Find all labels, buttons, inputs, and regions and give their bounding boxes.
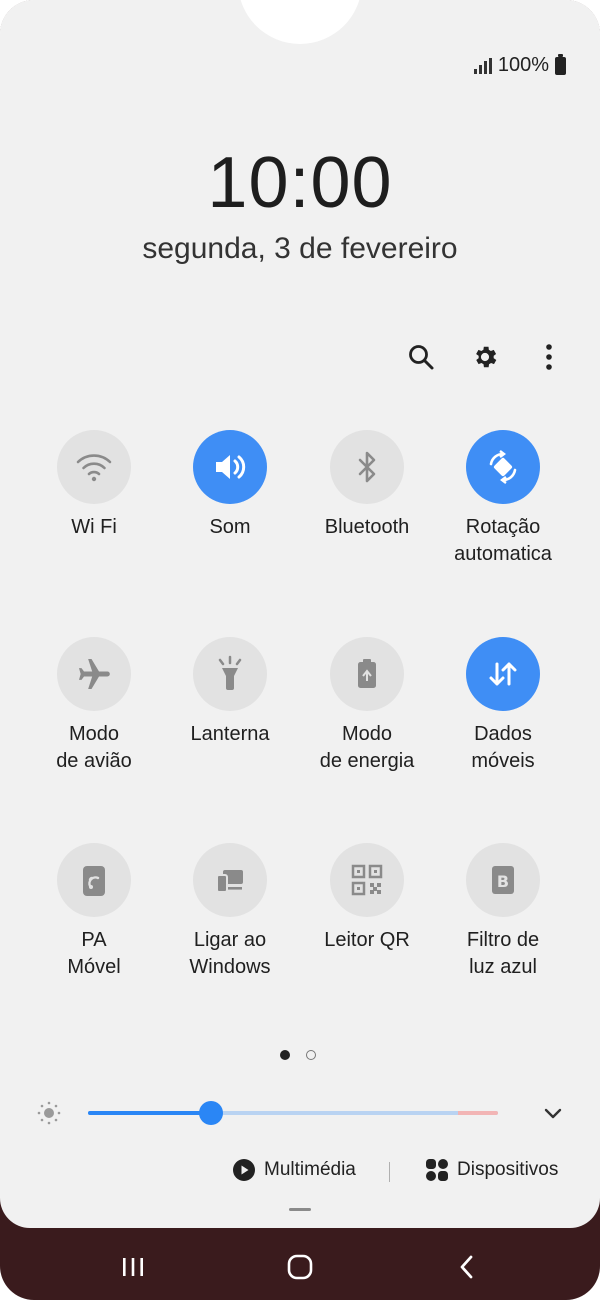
media-devices-row: Multimédia Dispositivos: [0, 1158, 600, 1188]
tile-qr-reader[interactable]: Leitor QR: [299, 843, 435, 954]
quick-panel: 100% 10:00 segunda, 3 de fevereiro Wi Fi: [0, 0, 600, 1228]
brightness-icon: [36, 1100, 62, 1126]
home-icon[interactable]: [280, 1250, 320, 1284]
devices-button[interactable]: Dispositivos: [425, 1158, 558, 1182]
status-bar: 100%: [473, 53, 566, 77]
tile-label: PA Móvel: [67, 929, 121, 978]
mobile-data-icon: [466, 637, 540, 711]
back-icon[interactable]: [447, 1250, 487, 1284]
tile-label: Rotação automatica: [454, 516, 552, 565]
more-vertical-icon[interactable]: [532, 340, 566, 374]
tile-blue-light-filter[interactable]: B Filtro de luz azul: [435, 843, 571, 981]
tile-bluetooth[interactable]: Bluetooth: [299, 430, 435, 541]
tile-label: Modo de energia: [319, 723, 415, 772]
tile-link-to-windows[interactable]: Ligar ao Windows: [162, 843, 298, 981]
airplane-icon: [57, 637, 131, 711]
svg-text:B: B: [497, 872, 509, 891]
page-dot[interactable]: [306, 1050, 316, 1060]
camera-notch: [238, 0, 362, 44]
navigation-bar: [0, 1230, 600, 1300]
speaker-icon: [193, 430, 267, 504]
brightness-slider-track[interactable]: [88, 1111, 498, 1115]
flashlight-icon: [193, 637, 267, 711]
search-icon[interactable]: [404, 340, 438, 374]
date: segunda, 3 de fevereiro: [142, 232, 458, 265]
battery-saver-icon: [330, 637, 404, 711]
tile-label: Dados móveis: [471, 723, 535, 772]
play-icon: [233, 1159, 255, 1181]
tile-sound[interactable]: Som: [162, 430, 298, 541]
tile-label: Lanterna: [190, 723, 270, 745]
panel-drag-handle[interactable]: [289, 1208, 311, 1211]
divider: [389, 1162, 390, 1182]
brightness-slider-fill: [88, 1111, 211, 1115]
tile-mobile-data[interactable]: Dados móveis: [435, 637, 571, 775]
hotspot-icon: [57, 843, 131, 917]
blue-light-filter-icon: B: [466, 843, 540, 917]
qr-code-icon: [330, 843, 404, 917]
devices-icon: [426, 1159, 448, 1181]
tile-label: Leitor QR: [324, 929, 410, 951]
tile-label: Modo de avião: [56, 723, 132, 772]
multimedia-button[interactable]: Multimédia: [232, 1158, 356, 1182]
signal-icon: [473, 57, 492, 74]
tile-label: Wi Fi: [71, 516, 117, 538]
page-indicator: [280, 1050, 316, 1060]
recents-icon[interactable]: [113, 1250, 153, 1284]
link-to-windows-icon: [193, 843, 267, 917]
clock: 10:00: [207, 143, 393, 223]
tile-airplane[interactable]: Modo de avião: [26, 637, 162, 775]
page-dot-current[interactable]: [280, 1050, 290, 1060]
bluetooth-icon: [330, 430, 404, 504]
tile-label: Som: [209, 516, 251, 538]
battery-icon: [555, 53, 566, 75]
wifi-icon: [57, 430, 131, 504]
phone-screen: 100% 10:00 segunda, 3 de fevereiro Wi Fi: [0, 0, 600, 1300]
gear-icon[interactable]: [468, 340, 502, 374]
brightness-slider-thumb[interactable]: [199, 1101, 223, 1125]
tile-label: Ligar ao Windows: [189, 929, 271, 978]
tile-label: Filtro de luz azul: [466, 929, 540, 978]
tile-flashlight[interactable]: Lanterna: [162, 637, 298, 748]
devices-label: Dispositivos: [457, 1159, 559, 1180]
multimedia-label: Multimédia: [264, 1159, 356, 1180]
tile-wifi[interactable]: Wi Fi: [26, 430, 162, 541]
battery-percent: 100%: [497, 54, 549, 76]
tile-hotspot[interactable]: PA Móvel: [26, 843, 162, 981]
tile-label: Bluetooth: [324, 516, 410, 538]
brightness-bar: [36, 1098, 566, 1128]
tile-auto-rotate[interactable]: Rotação automatica: [435, 430, 571, 568]
auto-rotate-icon: [466, 430, 540, 504]
chevron-down-icon[interactable]: [540, 1100, 566, 1126]
brightness-high-zone: [458, 1111, 498, 1115]
panel-toolbar: [404, 340, 566, 374]
tile-power-mode[interactable]: Modo de energia: [299, 637, 435, 775]
